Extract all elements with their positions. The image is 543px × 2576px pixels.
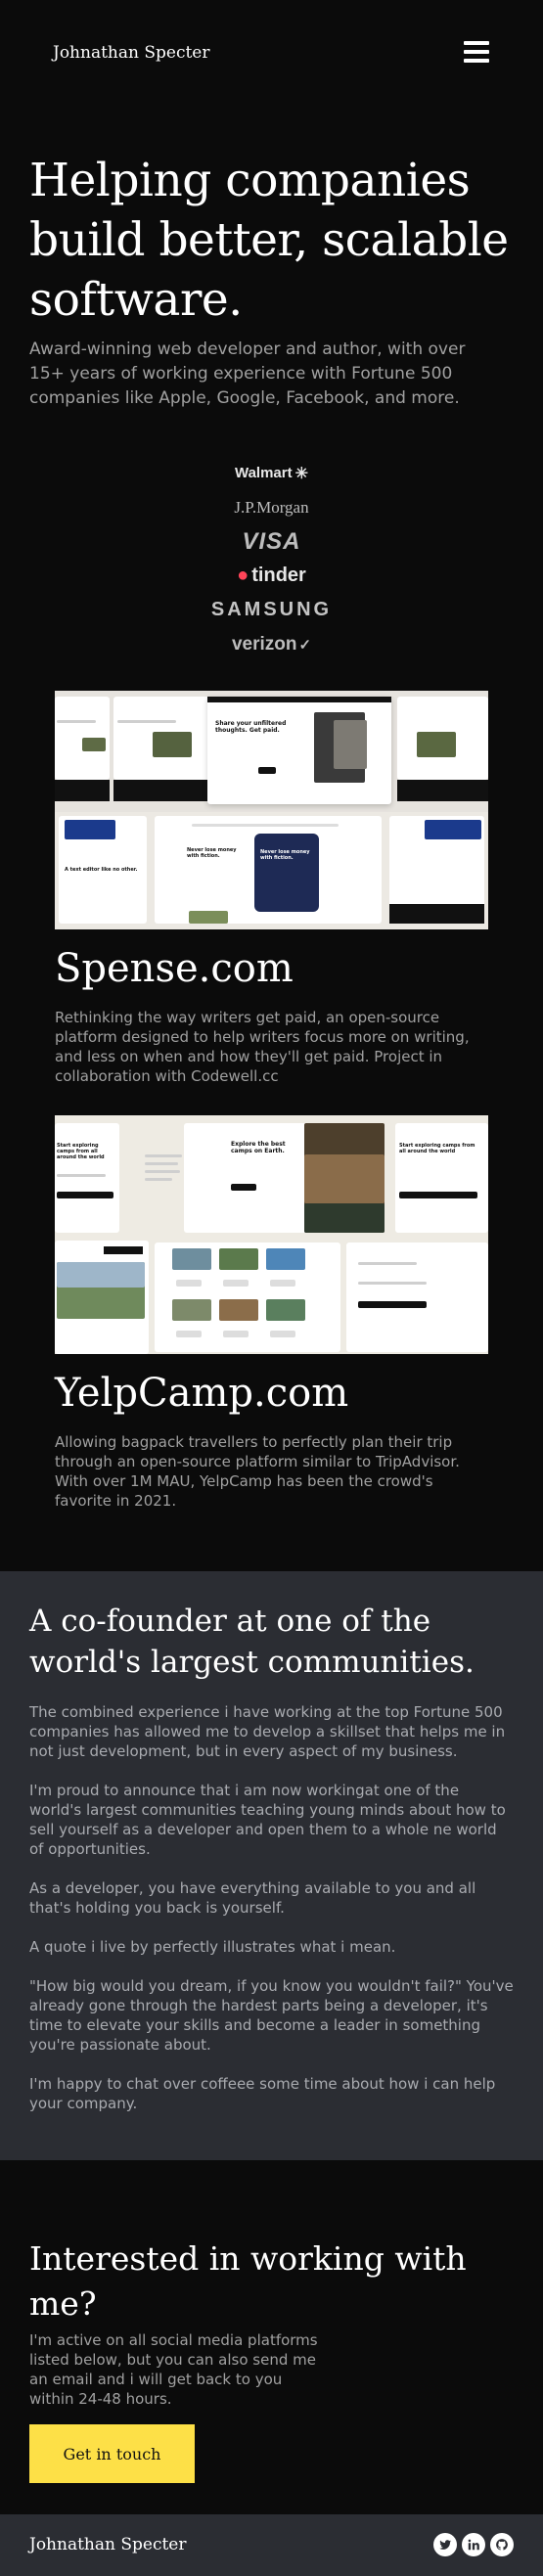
contact-title: Interested in working with me? [29, 2239, 467, 2323]
contact-text: I'm active on all social media platforms… [29, 2331, 318, 2408]
project-screenshot[interactable]: Share your unfiltered thoughts. Get paid… [55, 691, 488, 929]
project-title[interactable]: YelpCamp.com [55, 1368, 488, 1419]
mock-card-title-2: Never lose money with fiction. [260, 849, 310, 861]
linkedin-icon[interactable] [462, 2533, 485, 2556]
get-in-touch-button[interactable]: Get in touch [29, 2424, 195, 2483]
social-links [433, 2533, 514, 2556]
project-spense: Share your unfiltered thoughts. Get paid… [55, 691, 488, 1086]
project-description: Allowing bagpack travellers to perfectly… [55, 1433, 460, 1510]
paragraph: A quote i live by perfectly illustrates … [29, 1938, 396, 1956]
site-header: Johnathan Specter [0, 0, 543, 108]
project-screenshot[interactable]: Start exploring camps from all around th… [55, 1115, 488, 1354]
projects-section: Share your unfiltered thoughts. Get paid… [0, 661, 543, 1511]
twitter-icon[interactable] [433, 2533, 457, 2556]
github-icon[interactable] [490, 2533, 514, 2556]
paragraph: I'm happy to chat over coffeee some time… [29, 2075, 496, 2112]
jpmorgan-logo: J.P.Morgan [234, 497, 309, 517]
visa-logo: VISA [242, 527, 301, 555]
hamburger-menu-icon[interactable] [464, 41, 489, 63]
mock-card-title: Never lose money with fiction. [187, 847, 237, 859]
site-footer: Johnathan Specter [0, 2514, 543, 2576]
mock-headline: Share your unfiltered thoughts. Get paid… [215, 720, 287, 734]
mock-side-heading-2: Start exploring camps from all around th… [399, 1143, 475, 1154]
project-yelpcamp: Start exploring camps from all around th… [55, 1115, 488, 1511]
project-description: Rethinking the way writers get paid, an … [55, 1009, 470, 1085]
mock-banner: A text editor like no other. [65, 867, 138, 873]
section-title: A co-founder at one of the world's large… [29, 1604, 475, 1680]
samsung-logo: SAMSUNG [210, 599, 333, 620]
tinder-logo: ● tinder [237, 565, 306, 586]
client-logos: Walmart ✳ J.P.Morgan VISA ● tinder SAMSUNG… [29, 456, 514, 661]
hero-subtitle: Award-winning web developer and author, … [29, 339, 466, 408]
mock-headline: Explore the best camps on Earth. [231, 1141, 286, 1154]
project-title[interactable]: Spense.com [55, 943, 488, 994]
brand-name[interactable]: Johnathan Specter [53, 43, 209, 63]
quote-paragraph: "How big would you dream, if you know yo… [29, 1977, 514, 2054]
contact-section: Interested in working with me? I'm activ… [0, 2160, 543, 2514]
cofounder-section: A co-founder at one of the world's large… [0, 1571, 543, 2160]
walmart-logo: Walmart ✳ [234, 465, 309, 482]
hero-title: Helping companies build better, scalable… [29, 154, 509, 327]
paragraph: The combined experience i have working a… [29, 1703, 506, 1760]
paragraph: I'm proud to announce that i am now work… [29, 1782, 506, 1858]
verizon-logo: verizon ✓ [231, 633, 312, 655]
mock-side-heading: Start exploring camps from all around th… [57, 1143, 105, 1160]
hero-section: Helping companies build better, scalable… [0, 108, 543, 661]
paragraph: As a developer, you have everything avai… [29, 1879, 476, 1917]
footer-brand[interactable]: Johnathan Specter [29, 2535, 186, 2554]
